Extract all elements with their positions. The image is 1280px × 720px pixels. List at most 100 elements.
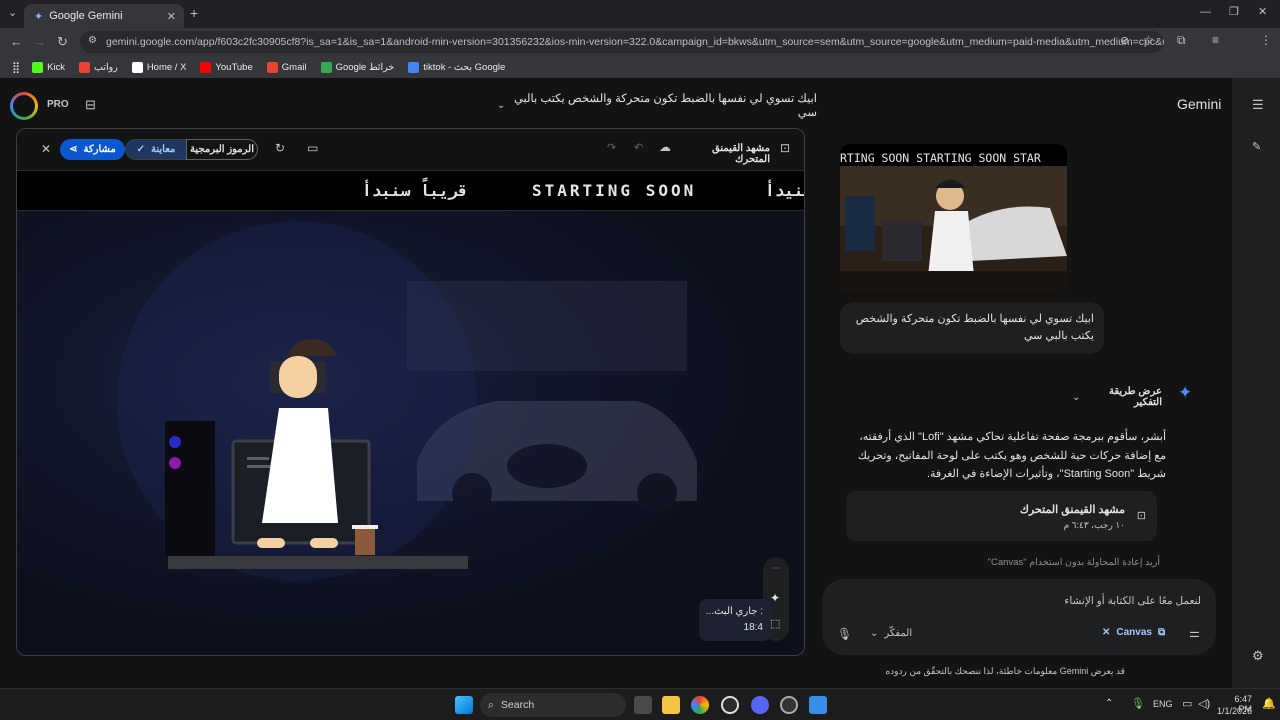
photos-icon[interactable] [809, 696, 827, 714]
steam-icon[interactable] [780, 696, 798, 714]
select-region-icon[interactable]: ⬚ [770, 617, 780, 630]
bookmark-item[interactable]: YouTube [200, 61, 253, 73]
menu-kebab-icon[interactable]: ⋮ [1260, 33, 1272, 47]
chevron-down-icon: ⌄ [870, 628, 879, 639]
bookmark-favicon-icon [266, 61, 278, 73]
forward-icon[interactable]: → [33, 34, 46, 49]
prompt-input-placeholder: لنعمل معًا على الكتابة أو الإنشاء [1064, 595, 1201, 607]
bookmark-item[interactable]: Kick [32, 61, 65, 73]
bookmark-item[interactable]: رواتب [79, 61, 118, 73]
browser-tab[interactable]: ✦ Google Gemini ✕ [24, 4, 184, 28]
url-field[interactable]: ⚙ gemini.google.com/app/f603c2fc30905cf8… [80, 31, 1164, 53]
new-tab-icon[interactable]: + [190, 5, 198, 21]
file-explorer-icon[interactable] [662, 696, 680, 714]
settings-gear-icon[interactable]: ⚙ [1252, 648, 1264, 664]
cloud-saved-icon: ☁ [659, 140, 671, 154]
card-timestamp: ١٠ رجب، ٦:٤٣ م [1063, 520, 1125, 530]
bookmark-item[interactable]: Home / X [131, 61, 186, 73]
side-rail: ☰ ✎ ⚙ [1232, 78, 1280, 688]
console-icon[interactable]: ▭ [307, 141, 318, 155]
browser-tab-strip: ⌄ ✦ Google Gemini ✕ + — ❐ ✕ [0, 0, 1280, 28]
redo-icon[interactable]: ↷ [607, 141, 616, 154]
canvas-toolbar: ✕ ⋖ مشاركة ✓ معاينة الرموز البرمجية ↻ ▭ … [17, 129, 804, 171]
thumb-marquee: RTING SOON STARTING SOON STAR [840, 144, 1067, 166]
gemini-spark-icon: ✦ [1178, 383, 1193, 402]
pro-badge: PRO [47, 99, 69, 110]
site-info-icon[interactable]: ⚙ [88, 35, 97, 46]
menu-icon[interactable]: ☰ [1252, 97, 1264, 113]
apps-grid-icon[interactable]: ⣿ [12, 61, 20, 74]
clock-date[interactable]: 1/1/2026 [1216, 706, 1252, 716]
retry-without-canvas-link[interactable]: أريد إعادة المحاولة بدون استخدام "Canvas… [970, 557, 1160, 568]
bookmark-favicon-icon [79, 61, 91, 73]
coffee-cup [355, 529, 375, 555]
account-avatar[interactable] [10, 92, 38, 120]
model-response-text: أبشر، سأقوم ببرمجة صفحة تفاعلية تحاكي مش… [857, 431, 1166, 480]
app-icon[interactable] [721, 696, 739, 714]
undo-icon[interactable]: ↶ [634, 141, 643, 154]
restore-icon[interactable]: ❐ [1229, 5, 1239, 18]
media-icon[interactable]: ≡ [1212, 33, 1219, 47]
marquee-text-1: سنيدأ [765, 181, 804, 200]
conversation-title: ابيك تسوي لي نفسها بالضبط تكون متحركة وا… [513, 93, 817, 119]
canvas-document-card[interactable]: مشهد القيمنق المتحرك ١٠ رجب، ٦:٤٣ م ⊡ [846, 491, 1157, 541]
show-thinking-toggle[interactable]: ⌄ عرض طريقة التفكير [1072, 386, 1162, 408]
bookmark-item[interactable]: Gmail [266, 61, 307, 73]
tools-sliders-icon[interactable]: ⚌ [1189, 626, 1200, 640]
attached-image-thumbnail[interactable]: RTING SOON STARTING SOON STAR [840, 144, 1067, 294]
drag-handle-icon[interactable]: ⋯ [771, 563, 781, 574]
tray-mic-icon[interactable]: 🎙 [1131, 697, 1145, 710]
bookmark-favicon-icon [32, 61, 44, 73]
minimize-icon[interactable]: — [1200, 6, 1211, 18]
address-bar-row: ← → ↻ ⚙ gemini.google.com/app/f603c2fc30… [0, 28, 1280, 56]
microphone-icon[interactable]: 🎙 [837, 627, 852, 641]
tab-search-icon[interactable]: ⌄ [8, 6, 17, 19]
user-message-text: ابيك تسوي لي نفسها بالضبط تكون متحركة وا… [855, 313, 1094, 342]
conversation-title-dropdown[interactable]: ⌄ ابيك تسوي لي نفسها بالضبط تكون متحركة … [497, 93, 817, 119]
eye-off-icon[interactable]: ⊘ [1120, 34, 1129, 47]
refresh-icon[interactable]: ↻ [275, 141, 285, 155]
marquee-text-2: STARTING SOON [532, 181, 697, 200]
back-icon[interactable]: ← [10, 34, 23, 49]
chrome-icon[interactable] [691, 696, 709, 714]
tab-close-icon[interactable]: ✕ [167, 10, 176, 23]
disclaimer-text: قد يعرض Gemini معلومات خاطئة، لذا ننصحك … [885, 666, 1125, 676]
network-icon[interactable]: ▭ [1182, 697, 1192, 710]
tray-chevron-icon[interactable]: ⌃ [1105, 698, 1113, 709]
canvas-doc-icon: ⊡ [1136, 510, 1146, 522]
bookmark-label: tiktok - بحث Google [423, 61, 506, 73]
share-button[interactable]: ⋖ مشاركة [60, 139, 125, 160]
temporary-chat-icon[interactable]: ⊟ [85, 97, 96, 113]
notifications-icon[interactable]: 🔔 [1262, 697, 1276, 710]
share-icon: ⋖ [69, 144, 78, 155]
canvas-panel: ✕ ⋖ مشاركة ✓ معاينة الرموز البرمجية ↻ ▭ … [16, 128, 805, 656]
extensions-icon[interactable]: ⧉ [1177, 33, 1186, 48]
remove-chip-icon[interactable]: ✕ [1102, 627, 1110, 638]
prompt-input-box[interactable]: لنعمل معًا على الكتابة أو الإنشاء 🎙 ⌄ ال… [822, 579, 1216, 655]
language-indicator[interactable]: ENG [1153, 699, 1173, 709]
thumb-scene-image [840, 166, 1067, 294]
bookmark-favicon-icon [200, 61, 212, 73]
canvas-icon: ⧉ [1157, 627, 1166, 638]
bookmark-item[interactable]: tiktok - بحث Google [408, 61, 506, 73]
task-view-icon[interactable] [634, 696, 652, 714]
reload-icon[interactable]: ↻ [57, 34, 68, 50]
person-head [279, 356, 317, 398]
model-picker[interactable]: ⌄ المفكّر [870, 628, 912, 639]
windows-start-icon[interactable] [455, 696, 473, 714]
volume-icon[interactable]: ◁) [1198, 697, 1210, 710]
chat-column: RTING SOON STARTING SOON STAR ابيك تسوي … [820, 78, 1230, 688]
gemini-app: PRO ⊟ ⌄ ابيك تسوي لي نفسها بالضبط تكون م… [0, 78, 1280, 688]
new-chat-icon[interactable]: ✎ [1252, 140, 1261, 153]
code-tab[interactable]: الرموز البرمجية [186, 139, 258, 160]
bookmark-item[interactable]: Google خرائط [320, 61, 394, 73]
canvas-tool-chip[interactable]: ✕ Canvas ⧉ [1102, 627, 1165, 638]
window-close-icon[interactable]: ✕ [1258, 5, 1267, 18]
taskbar-search-box[interactable]: ⌕ Search [480, 693, 626, 717]
preview-tab[interactable]: ✓ معاينة [125, 139, 187, 160]
close-canvas-icon[interactable]: ✕ [41, 142, 51, 156]
discord-icon[interactable] [751, 696, 769, 714]
bookmark-star-icon[interactable]: ☆ [1143, 33, 1154, 47]
sparkle-edit-icon[interactable]: ✦ [770, 591, 780, 605]
bookmark-favicon-icon [408, 61, 420, 73]
